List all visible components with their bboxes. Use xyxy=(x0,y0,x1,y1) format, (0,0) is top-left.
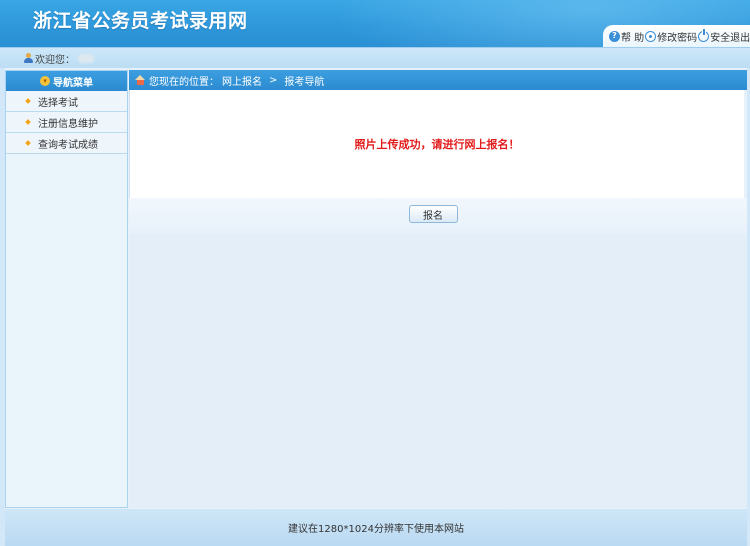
help-label: 帮 助 xyxy=(621,32,645,44)
breadcrumb: 您现在的位置： 网上报名 > 报考导航 xyxy=(129,70,747,90)
nav-item-query-scores[interactable]: 查询考试成绩 xyxy=(6,133,127,154)
nav-item-label: 注册信息维护 xyxy=(38,118,98,130)
user-icon xyxy=(24,53,33,63)
logout-label: 安全退出 xyxy=(710,32,750,44)
breadcrumb-prefix: 您现在的位置： xyxy=(149,76,219,88)
main-content: 您现在的位置： 网上报名 > 报考导航 照片上传成功，请进行网上报名！ 报名 xyxy=(129,70,747,508)
power-icon xyxy=(698,28,710,42)
key-icon xyxy=(645,30,657,42)
home-icon xyxy=(135,75,146,85)
bullet-icon xyxy=(25,98,31,104)
breadcrumb-level1: 网上报名 xyxy=(222,76,262,88)
breadcrumb-separator: > xyxy=(269,74,278,86)
site-title: 浙江省公务员考试录用网 xyxy=(33,10,248,32)
nav-item-label: 查询考试成绩 xyxy=(38,139,98,151)
message-panel: 照片上传成功，请进行网上报名！ xyxy=(129,90,747,198)
sidebar-title: 导航菜单 xyxy=(53,77,93,89)
top-actions: ? 帮 助 修改密码 安全退出 xyxy=(603,25,750,47)
upload-success-message: 照片上传成功，请进行网上报名！ xyxy=(354,138,520,151)
sidebar-header: ▾ 导航菜单 xyxy=(6,71,127,91)
nav-list: 选择考试 注册信息维护 查询考试成绩 xyxy=(6,91,127,154)
change-password-label: 修改密码 xyxy=(657,32,698,44)
site-header: 浙江省公务员考试录用网 ? 帮 助 修改密码 安全退出 xyxy=(0,0,750,47)
button-row: 报名 xyxy=(129,198,747,234)
nav-item-label: 选择考试 xyxy=(38,97,78,109)
welcome-label: 欢迎您： xyxy=(35,54,75,66)
change-password-link[interactable]: 修改密码 xyxy=(645,29,697,44)
footer-text: 建议在1280*1024分辨率下使用本网站 xyxy=(288,524,464,535)
nav-item-registration-info[interactable]: 注册信息维护 xyxy=(6,112,127,133)
help-link[interactable]: ? 帮 助 xyxy=(609,29,644,44)
bullet-icon xyxy=(25,140,31,146)
nav-item-select-exam[interactable]: 选择考试 xyxy=(6,91,127,112)
menu-icon: ▾ xyxy=(40,76,50,86)
username-redacted xyxy=(78,53,94,63)
apply-button[interactable]: 报名 xyxy=(408,205,458,223)
footer: 建议在1280*1024分辨率下使用本网站 xyxy=(5,509,747,546)
logout-link[interactable]: 安全退出 xyxy=(698,28,750,44)
breadcrumb-level2: 报考导航 xyxy=(284,76,325,88)
welcome-bar: 欢迎您： xyxy=(0,47,750,68)
help-icon: ? xyxy=(609,30,620,42)
bullet-icon xyxy=(25,119,31,125)
sidebar: ▾ 导航菜单 选择考试 注册信息维护 查询考试成绩 xyxy=(5,70,128,508)
